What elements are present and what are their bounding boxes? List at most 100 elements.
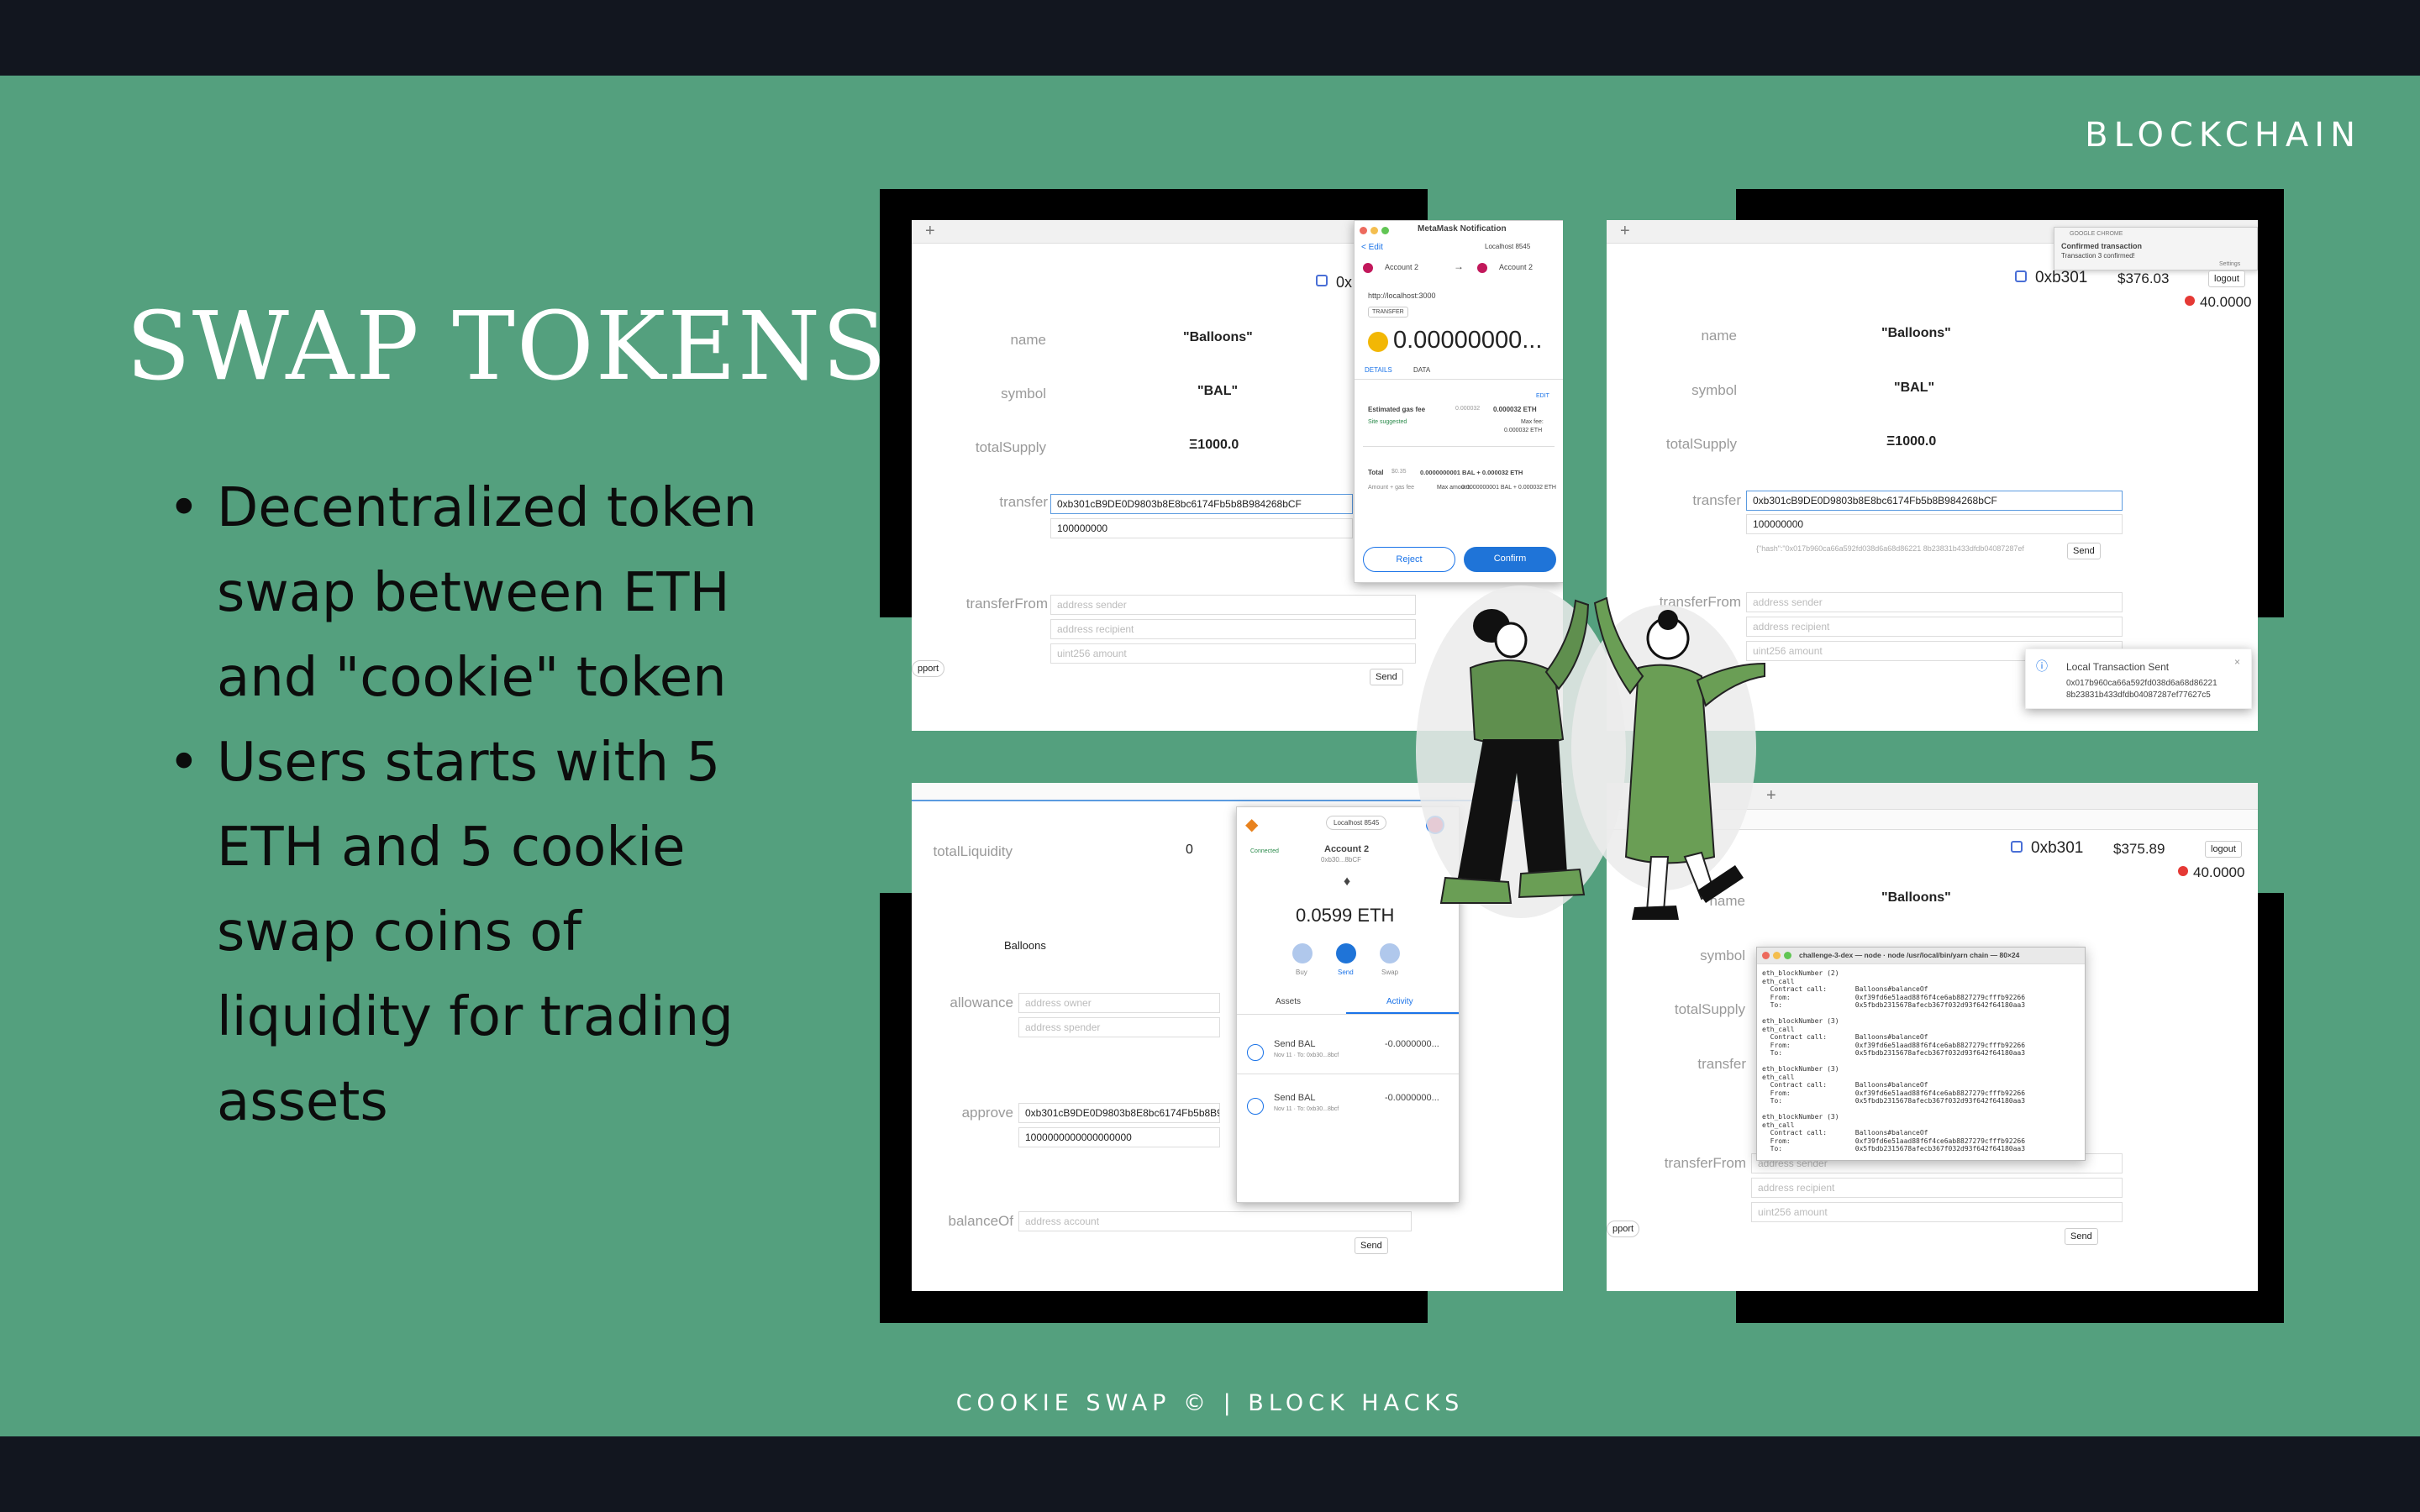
value-symbol: "BAL" bbox=[1197, 384, 1239, 398]
confirm-button[interactable]: Confirm bbox=[1464, 547, 1556, 572]
account-address: 0xb301 bbox=[2031, 839, 2084, 857]
send-button[interactable]: Send bbox=[1370, 669, 1403, 685]
zoom-dot[interactable] bbox=[1784, 952, 1791, 959]
send-icon[interactable] bbox=[1336, 943, 1356, 963]
send-button[interactable]: Send bbox=[1355, 1237, 1388, 1254]
transfer-amount-input[interactable]: 100000000 bbox=[1050, 518, 1353, 538]
divider bbox=[1237, 1014, 1459, 1015]
close-dot[interactable] bbox=[1360, 227, 1367, 234]
balloon-icon bbox=[2185, 296, 2195, 306]
plus-icon[interactable]: + bbox=[1620, 222, 1630, 241]
sender-input[interactable]: address sender bbox=[1746, 592, 2123, 612]
owner-input[interactable]: address owner bbox=[1018, 993, 1220, 1013]
notification-body: Transaction 3 confirmed! bbox=[2061, 252, 2135, 260]
minimize-dot[interactable] bbox=[1773, 952, 1781, 959]
tab-details[interactable]: DETAILS bbox=[1365, 366, 1392, 374]
account-input[interactable]: address account bbox=[1018, 1211, 1412, 1231]
sender-input[interactable]: address sender bbox=[1050, 595, 1416, 615]
chrome-notification: GOOGLE CHROME Confirmed transaction Tran… bbox=[2054, 227, 2258, 270]
recipient-input[interactable]: address recipient bbox=[1050, 619, 1416, 639]
edit-link[interactable]: < Edit bbox=[1361, 243, 1383, 252]
label-balanceof: balanceOf bbox=[948, 1213, 1014, 1229]
zoom-dot[interactable] bbox=[1381, 227, 1389, 234]
minimize-dot[interactable] bbox=[1370, 227, 1378, 234]
chrome-app-label: GOOGLE CHROME bbox=[2070, 231, 2123, 237]
transaction-toast: ⓘ Local Transaction Sent × 0x017b960ca66… bbox=[2025, 648, 2252, 709]
terminal-output: eth_blockNumber (2) eth_call Contract ca… bbox=[1762, 969, 2026, 1152]
bullet-list: Decentralized token swap between ETH and… bbox=[168, 466, 807, 1145]
gas-edit-link[interactable]: EDIT bbox=[1536, 393, 1549, 399]
tx2-title[interactable]: Send BAL bbox=[1274, 1093, 1316, 1103]
metamask-title: MetaMask Notification bbox=[1418, 224, 1507, 234]
close-dot[interactable] bbox=[1762, 952, 1770, 959]
logout-button[interactable]: logout bbox=[2205, 841, 2242, 858]
fox-logo-icon: ◆ bbox=[1245, 816, 1259, 834]
total-label: Total bbox=[1368, 469, 1384, 476]
eth-balance: 0.0599 ETH bbox=[1296, 905, 1395, 926]
label-allowance: allowance bbox=[950, 995, 1013, 1011]
max-fee-label: Max fee: bbox=[1521, 419, 1544, 425]
max-amount-value: 0.0000000001 BAL + 0.000032 ETH bbox=[1461, 485, 1556, 491]
logout-button[interactable]: logout bbox=[2208, 270, 2245, 287]
origin-url: http://localhost:3000 bbox=[1368, 291, 1436, 300]
swap-icon[interactable] bbox=[1380, 943, 1400, 963]
support-button[interactable]: pport bbox=[912, 660, 945, 677]
transfer-to-input[interactable]: 0xb301cB9DE0D9803b8E8bc6174Fb5b8B984268b… bbox=[1746, 491, 2123, 511]
account-icon bbox=[1316, 275, 1328, 286]
total-value: 0.0000000001 BAL + 0.000032 ETH bbox=[1420, 469, 1523, 476]
close-icon[interactable]: × bbox=[2234, 656, 2240, 668]
total-small: $0.35 bbox=[1392, 469, 1407, 475]
spender-input[interactable]: address spender bbox=[1018, 1017, 1220, 1037]
account-name: Account 2 bbox=[1324, 844, 1370, 854]
label-symbol: symbol bbox=[1001, 386, 1046, 402]
label-transferfrom: transferFrom bbox=[965, 596, 1048, 612]
send-button[interactable]: Send bbox=[2065, 1228, 2098, 1245]
approve-amount-input[interactable]: 1000000000000000000 bbox=[1018, 1127, 1220, 1147]
send-label: Send bbox=[1338, 969, 1354, 976]
send-button[interactable]: Send bbox=[2067, 543, 2101, 559]
balance-usd: $376.03 bbox=[2118, 270, 2170, 286]
tx1-title[interactable]: Send BAL bbox=[1274, 1039, 1316, 1049]
transfer-amount-input[interactable]: 100000000 bbox=[1746, 514, 2123, 534]
head bbox=[1494, 622, 1528, 659]
network-selector[interactable]: Localhost 8545 bbox=[1326, 816, 1387, 830]
transfer-to-input[interactable]: 0xb301cB9DE0D9803b8E8bc6174Fb5b8B984268b… bbox=[1050, 494, 1353, 514]
support-button[interactable]: pport bbox=[1607, 1221, 1640, 1237]
token-icon bbox=[1368, 332, 1388, 352]
bottom-bar bbox=[0, 1436, 2420, 1512]
divider bbox=[1363, 446, 1555, 447]
notification-title: Confirmed transaction bbox=[2061, 242, 2143, 250]
tab-assets[interactable]: Assets bbox=[1276, 997, 1301, 1006]
site-suggested: Site suggested bbox=[1368, 419, 1407, 425]
toast-hash: 0x017b960ca66a592fd038d6a68d86221 8b2383… bbox=[2066, 679, 2217, 700]
value-symbol: "BAL" bbox=[1894, 381, 1935, 395]
plus-icon[interactable]: + bbox=[925, 222, 935, 241]
account-address: 0xb30...8bCF bbox=[1321, 856, 1362, 864]
tab-activity[interactable]: Activity bbox=[1386, 997, 1413, 1006]
amount-input[interactable]: uint256 amount bbox=[1050, 643, 1416, 664]
buy-label: Buy bbox=[1296, 969, 1307, 976]
tab-data[interactable]: DATA bbox=[1413, 366, 1430, 374]
metamask-popup: MetaMask Notification < Edit Localhost 8… bbox=[1354, 220, 1563, 583]
settings-button[interactable]: Settings bbox=[2219, 261, 2240, 267]
terminal-title: challenge-3-dex — node · node /usr/local… bbox=[1799, 951, 2020, 959]
account-icon bbox=[2015, 270, 2027, 282]
label-transferfrom: transferFrom bbox=[1664, 1155, 1746, 1171]
approve-address-input[interactable]: 0xb301cB9DE0D9803b8E8bc6174Fb5b8B98 bbox=[1018, 1103, 1220, 1123]
balloons-label: Balloons bbox=[1004, 939, 1046, 952]
eth-icon: ♦ bbox=[1344, 874, 1351, 889]
amount-gas-label: Amount + gas fee bbox=[1368, 485, 1415, 491]
recipient-input[interactable]: address recipient bbox=[1751, 1178, 2123, 1198]
send-tx-icon bbox=[1247, 1098, 1264, 1115]
tx-hash-output: {"hash":"0x017b960ca66a592fd038d6a68d862… bbox=[1756, 544, 2024, 553]
amount-input[interactable]: uint256 amount bbox=[1751, 1202, 2123, 1222]
recipient-input[interactable]: address recipient bbox=[1746, 617, 2123, 637]
info-icon: ⓘ bbox=[2036, 659, 2048, 673]
buy-icon[interactable] bbox=[1292, 943, 1313, 963]
transfer-amount: 0.00000000... bbox=[1393, 327, 1543, 354]
reject-button[interactable]: Reject bbox=[1363, 547, 1455, 572]
tx2-amount: -0.0000000... bbox=[1385, 1093, 1439, 1103]
value-name: "Balloons" bbox=[1881, 326, 1951, 340]
label-name: name bbox=[1701, 328, 1737, 344]
label-symbol: symbol bbox=[1700, 948, 1745, 963]
